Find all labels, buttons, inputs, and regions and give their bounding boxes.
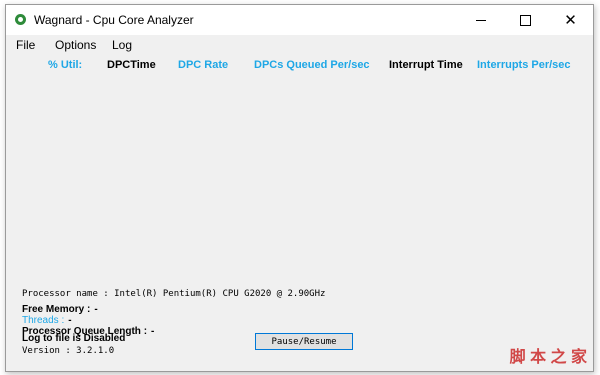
close-icon: ✕ <box>564 11 577 29</box>
log-status: Log to file is Disabled <box>22 333 126 344</box>
free-memory-value: - <box>94 304 98 315</box>
col-dpctime: DPCTime <box>107 59 156 71</box>
maximize-icon <box>520 14 531 26</box>
processor-name: Processor name : Intel(R) Pentium(R) CPU… <box>22 289 326 299</box>
window-title: Wagnard - Cpu Core Analyzer <box>34 13 194 27</box>
col-dpc-rate: DPC Rate <box>178 59 229 71</box>
minimize-button[interactable] <box>458 5 503 35</box>
close-button[interactable]: ✕ <box>548 5 593 35</box>
app-window: Wagnard - Cpu Core Analyzer ✕ File Optio… <box>5 4 594 372</box>
version-label: Version : 3.2.1.0 <box>22 346 115 356</box>
menu-log[interactable]: Log <box>112 38 132 52</box>
watermark-text: 脚 本 之 家 <box>509 349 587 366</box>
col-interrupt-time: Interrupt Time <box>389 59 463 71</box>
menu-file[interactable]: File <box>16 38 35 52</box>
menu-bar: File Options Log <box>6 35 593 55</box>
col-util: % Util: <box>48 59 83 71</box>
menu-options[interactable]: Options <box>55 38 96 52</box>
minimize-icon <box>475 19 486 21</box>
column-headers: % Util: DPCTime DPC Rate DPCs Queued Per… <box>6 59 593 75</box>
title-bar[interactable]: Wagnard - Cpu Core Analyzer ✕ <box>6 5 593 35</box>
col-interrupts-per-sec: Interrupts Per/sec <box>477 59 571 71</box>
col-dpcs-queued: DPCs Queued Per/sec <box>254 59 370 71</box>
queue-length-value: - <box>151 326 155 337</box>
maximize-button[interactable] <box>503 5 548 35</box>
pause-resume-button[interactable]: Pause/Resume <box>255 333 353 350</box>
app-icon <box>15 14 26 25</box>
